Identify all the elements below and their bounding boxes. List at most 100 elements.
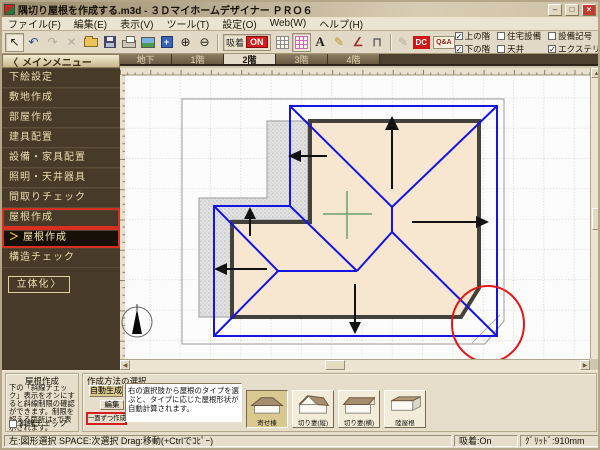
fit-icon: +: [161, 36, 173, 48]
sidebar-item-site-creation[interactable]: 敷地作成: [2, 88, 120, 108]
zoom-out-button[interactable]: ⊖: [195, 33, 214, 52]
snap-toggle-button[interactable]: 吸着 ON: [223, 34, 271, 51]
app-icon: [4, 4, 15, 15]
printer-icon: [122, 40, 136, 48]
checkbox-lower-floor[interactable]: 下の階: [455, 43, 491, 55]
checkbox-exterior[interactable]: エクステリア: [548, 43, 600, 55]
toolbar-separator: [390, 34, 391, 51]
select-tool-button[interactable]: ↖: [5, 33, 24, 52]
checkbox-icon: [497, 32, 505, 40]
sidebar-item-lighting-ceiling[interactable]: 照明・天井器具: [2, 168, 120, 188]
one-face-at-a-time-button[interactable]: 一面ずつ作成: [86, 412, 127, 425]
guide-tool-button[interactable]: ✎: [394, 33, 413, 52]
zoom-in-button[interactable]: ⊕: [176, 33, 195, 52]
diagonal-check-checkbox[interactable]: 斜線チェック: [9, 418, 67, 429]
tab-basement[interactable]: 地下: [120, 54, 172, 64]
sidebar-item-structure-check[interactable]: 構造チェック: [2, 248, 120, 268]
roof-type-gable-horizontal-button[interactable]: 切り妻(横): [338, 390, 380, 428]
snap-label: 吸着: [226, 36, 244, 49]
main-menu-header[interactable]: 〈 メインメニュー: [2, 54, 120, 68]
menu-help[interactable]: ヘルプ(H): [319, 16, 363, 31]
auto-generate-button[interactable]: 自動生成: [89, 385, 123, 397]
menu-view[interactable]: 表示(V): [120, 16, 153, 31]
checkbox-ceiling[interactable]: 天井: [497, 43, 541, 55]
left-ruler-ticks: [120, 75, 125, 359]
tab-3f[interactable]: 3階: [276, 54, 328, 64]
title-bar: 隅切り屋根を作成する.m3d - ３Ｄマイホームデザイナー ＰＲＯ６ – □ ×: [2, 2, 598, 17]
floor-plan-canvas[interactable]: [120, 68, 590, 359]
checkbox-icon: [455, 32, 463, 40]
vertical-scroll-thumb[interactable]: [592, 208, 600, 230]
roof-type-gable-vertical-button[interactable]: 切り妻(縦): [292, 390, 334, 428]
hip-roof-icon: [248, 392, 286, 417]
image-icon: [141, 37, 155, 48]
dimension-tool-button[interactable]: ⊓: [368, 33, 387, 52]
minimize-button[interactable]: –: [548, 4, 562, 16]
tab-2f[interactable]: 2階: [224, 54, 276, 64]
status-bar: 左:図形選択 SPACE:次選択 Drag:移動(+Ctrlでｺﾋﾟｰ) 吸着:…: [2, 434, 600, 448]
scroll-up-button[interactable]: ▲: [591, 68, 600, 78]
gable-horizontal-roof-icon: [340, 392, 378, 417]
sidebar-item-fittings[interactable]: 建具配置: [2, 128, 120, 148]
horizontal-scrollbar[interactable]: ◀ ▶: [120, 359, 590, 370]
horizontal-scroll-thumb[interactable]: [325, 360, 345, 370]
app-window: 隅切り屋根を作成する.m3d - ３Ｄマイホームデザイナー ＰＲＯ６ – □ ×…: [0, 0, 600, 450]
menu-file[interactable]: ファイル(F): [8, 16, 61, 31]
checkbox-upper-floor[interactable]: 上の階: [455, 30, 491, 42]
sidebar-item-floorplan-check[interactable]: 間取りチェック: [2, 188, 120, 208]
scroll-left-button[interactable]: ◀: [120, 360, 130, 370]
angle-tool-button[interactable]: ∠: [349, 33, 368, 52]
sidebar-item-roof-creation[interactable]: 屋根作成: [2, 208, 120, 228]
roof-type-selector: 寄せ棟 切り妻(縦): [246, 390, 426, 428]
back-arrow-icon: 〈: [8, 54, 18, 69]
grid-snap-button[interactable]: [292, 33, 311, 52]
image-button[interactable]: [138, 33, 157, 52]
toolbar: ↖ ↶ ↷ ✕ + ⊕ ⊖ 吸着 ON A ✎ ∠ ⊓ ✎ DC Q&A 上の階…: [2, 31, 598, 54]
pencil-tool-button[interactable]: ✎: [330, 33, 349, 52]
status-grid: ｸﾞﾘｯﾄﾞ:910mm: [520, 435, 600, 447]
forward-arrow-icon: 〉: [51, 277, 62, 292]
checkbox-fixtures[interactable]: 住宅設備: [497, 30, 541, 42]
status-hint: 左:図形選択 SPACE:次選択 Drag:移動(+Ctrlでｺﾋﾟｰ): [4, 435, 452, 447]
grid-toggle-button[interactable]: [273, 33, 292, 52]
menu-settings[interactable]: 設定(O): [222, 16, 256, 31]
save-button[interactable]: [100, 33, 119, 52]
folder-icon: [84, 38, 98, 47]
menu-tools[interactable]: ツール(T): [166, 16, 209, 31]
tab-1f[interactable]: 1階: [172, 54, 224, 64]
roof-creation-box: 屋根作成 下の「斜線チェック」表示をオンにすると斜線制限の確認ができます。制限を…: [5, 373, 79, 432]
make-3d-button[interactable]: 立体化 〉: [8, 276, 70, 293]
redo-button[interactable]: ↷: [43, 33, 62, 52]
text-tool-button[interactable]: A: [311, 33, 330, 52]
submenu-arrow-icon: ＞: [9, 230, 19, 246]
checkbox-icon: [9, 420, 17, 428]
maximize-button[interactable]: □: [565, 4, 579, 16]
open-file-button[interactable]: [81, 33, 100, 52]
dc-badge-button[interactable]: DC: [413, 36, 431, 49]
sidebar-item-equipment-furniture[interactable]: 設備・家具配置: [2, 148, 120, 168]
sidebar-subitem-roof-creation[interactable]: ＞ 屋根作成: [2, 228, 120, 248]
roof-type-flat-button[interactable]: 陸屋根: [384, 390, 426, 428]
qa-badge-button[interactable]: Q&A: [433, 36, 455, 49]
edit-button[interactable]: 編集: [100, 400, 124, 410]
close-button[interactable]: ×: [582, 4, 596, 16]
canvas-area: 地下 1階 2階 3階 4階: [120, 54, 600, 370]
vertical-scrollbar[interactable]: ▲ ▼: [590, 68, 600, 359]
sidebar-item-sketch-setup[interactable]: 下絵設定: [2, 68, 120, 88]
delete-button[interactable]: ✕: [62, 33, 81, 52]
creation-method-box: 作成方法の選択 自動生成 編集 一面ずつ作成 右の選択肢から屋根のタイプを選ぶと…: [82, 373, 597, 432]
undo-button[interactable]: ↶: [24, 33, 43, 52]
tab-4f[interactable]: 4階: [328, 54, 380, 64]
sidebar-item-room-creation[interactable]: 部屋作成: [2, 108, 120, 128]
menu-edit[interactable]: 編集(E): [74, 16, 107, 31]
roof-type-hip-button[interactable]: 寄せ棟: [246, 390, 288, 428]
cursor-icon: ↖: [9, 35, 19, 49]
scroll-right-button[interactable]: ▶: [580, 360, 590, 370]
checkbox-equipment-marks[interactable]: 設備記号: [548, 30, 600, 42]
snap-on-badge: ON: [246, 36, 268, 48]
gable-vertical-roof-icon: [294, 392, 332, 417]
print-button[interactable]: [119, 33, 138, 52]
menu-web[interactable]: Web(W): [270, 18, 306, 29]
checkbox-icon: [548, 32, 556, 40]
fit-view-button[interactable]: +: [157, 33, 176, 52]
